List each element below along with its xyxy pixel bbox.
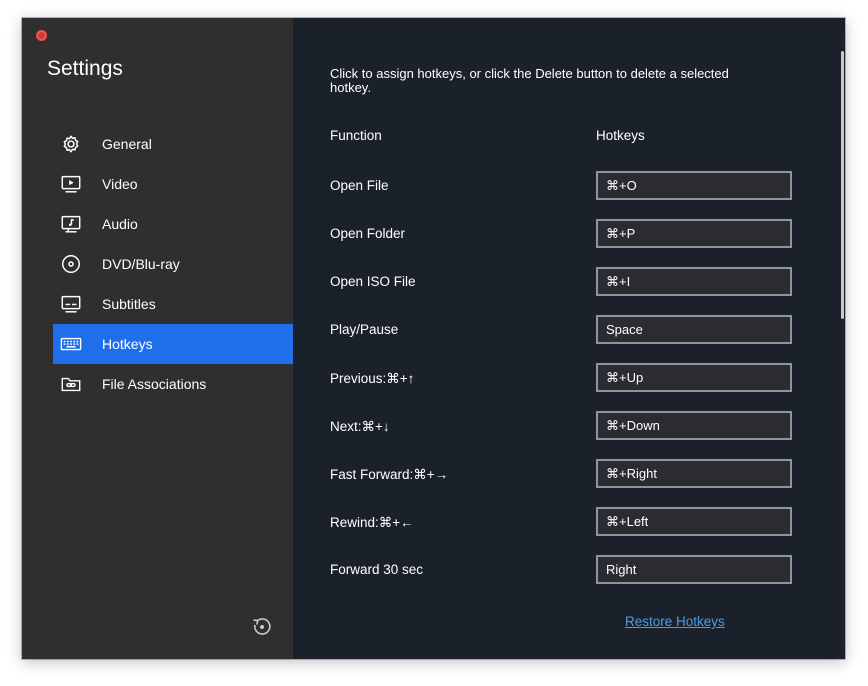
settings-window: Settings General Video Audio DVD/Blu-ray… xyxy=(22,18,845,659)
hotkey-field-next[interactable] xyxy=(596,411,792,440)
hotkey-field-previous[interactable] xyxy=(596,363,792,392)
sidebar-item-audio[interactable]: Audio xyxy=(53,204,293,244)
function-label-previous: Previous:⌘+↑ xyxy=(330,371,415,386)
sidebar-item-label: Audio xyxy=(102,216,138,232)
sidebar-item-file-associations[interactable]: File Associations xyxy=(53,364,293,404)
video-icon xyxy=(60,173,82,195)
hotkey-field-play-pause[interactable] xyxy=(596,315,792,344)
sidebar-item-general[interactable]: General xyxy=(53,124,293,164)
hotkey-field-open-iso-file[interactable] xyxy=(596,267,792,296)
sidebar-item-label: General xyxy=(102,136,152,152)
instructions-text: Click to assign hotkeys, or click the De… xyxy=(330,66,729,95)
sidebar-item-label: Hotkeys xyxy=(102,336,153,352)
sidebar-item-label: File Associations xyxy=(102,376,207,392)
close-window-button[interactable] xyxy=(36,30,47,41)
keyboard-icon xyxy=(60,333,82,355)
sidebar-item-label: Subtitles xyxy=(102,296,156,312)
reset-icon[interactable] xyxy=(251,616,273,638)
scrollbar[interactable] xyxy=(841,51,844,319)
function-column-header: Function xyxy=(330,128,382,143)
hotkey-field-fast-forward[interactable] xyxy=(596,459,792,488)
function-label-open-iso-file: Open ISO File xyxy=(330,274,416,289)
restore-hotkeys-link[interactable]: Restore Hotkeys xyxy=(625,614,725,629)
function-label-fast-forward: Fast Forward:⌘+→ xyxy=(330,467,449,482)
hotkey-field-open-file[interactable] xyxy=(596,171,792,200)
hotkeys-column-header: Hotkeys xyxy=(596,128,645,143)
function-label-forward-30-sec: Forward 30 sec xyxy=(330,562,424,577)
folder-link-icon xyxy=(60,373,82,395)
hotkeys-panel: Click to assign hotkeys, or click the De… xyxy=(293,18,845,659)
hotkey-field-rewind[interactable] xyxy=(596,507,792,536)
function-label-rewind: Rewind:⌘+← xyxy=(330,515,414,530)
disc-icon xyxy=(60,253,82,275)
audio-icon xyxy=(60,213,82,235)
function-label-open-folder: Open Folder xyxy=(330,226,406,241)
sidebar: Settings General Video Audio DVD/Blu-ray… xyxy=(22,18,293,659)
sidebar-item-label: DVD/Blu-ray xyxy=(102,256,180,272)
sidebar-item-dvd-bluray[interactable]: DVD/Blu-ray xyxy=(53,244,293,284)
window-title: Settings xyxy=(47,57,123,80)
hotkey-field-open-folder[interactable] xyxy=(596,219,792,248)
function-label-play-pause: Play/Pause xyxy=(330,322,399,337)
function-label-next: Next:⌘+↓ xyxy=(330,419,390,434)
sidebar-item-subtitles[interactable]: Subtitles xyxy=(53,284,293,324)
subtitles-icon xyxy=(60,293,82,315)
function-label-open-file: Open File xyxy=(330,178,389,193)
gear-icon xyxy=(60,133,82,155)
hotkey-field-forward-30-sec[interactable] xyxy=(596,555,792,584)
sidebar-item-video[interactable]: Video xyxy=(53,164,293,204)
sidebar-item-label: Video xyxy=(102,176,138,192)
sidebar-item-hotkeys[interactable]: Hotkeys xyxy=(53,324,293,364)
